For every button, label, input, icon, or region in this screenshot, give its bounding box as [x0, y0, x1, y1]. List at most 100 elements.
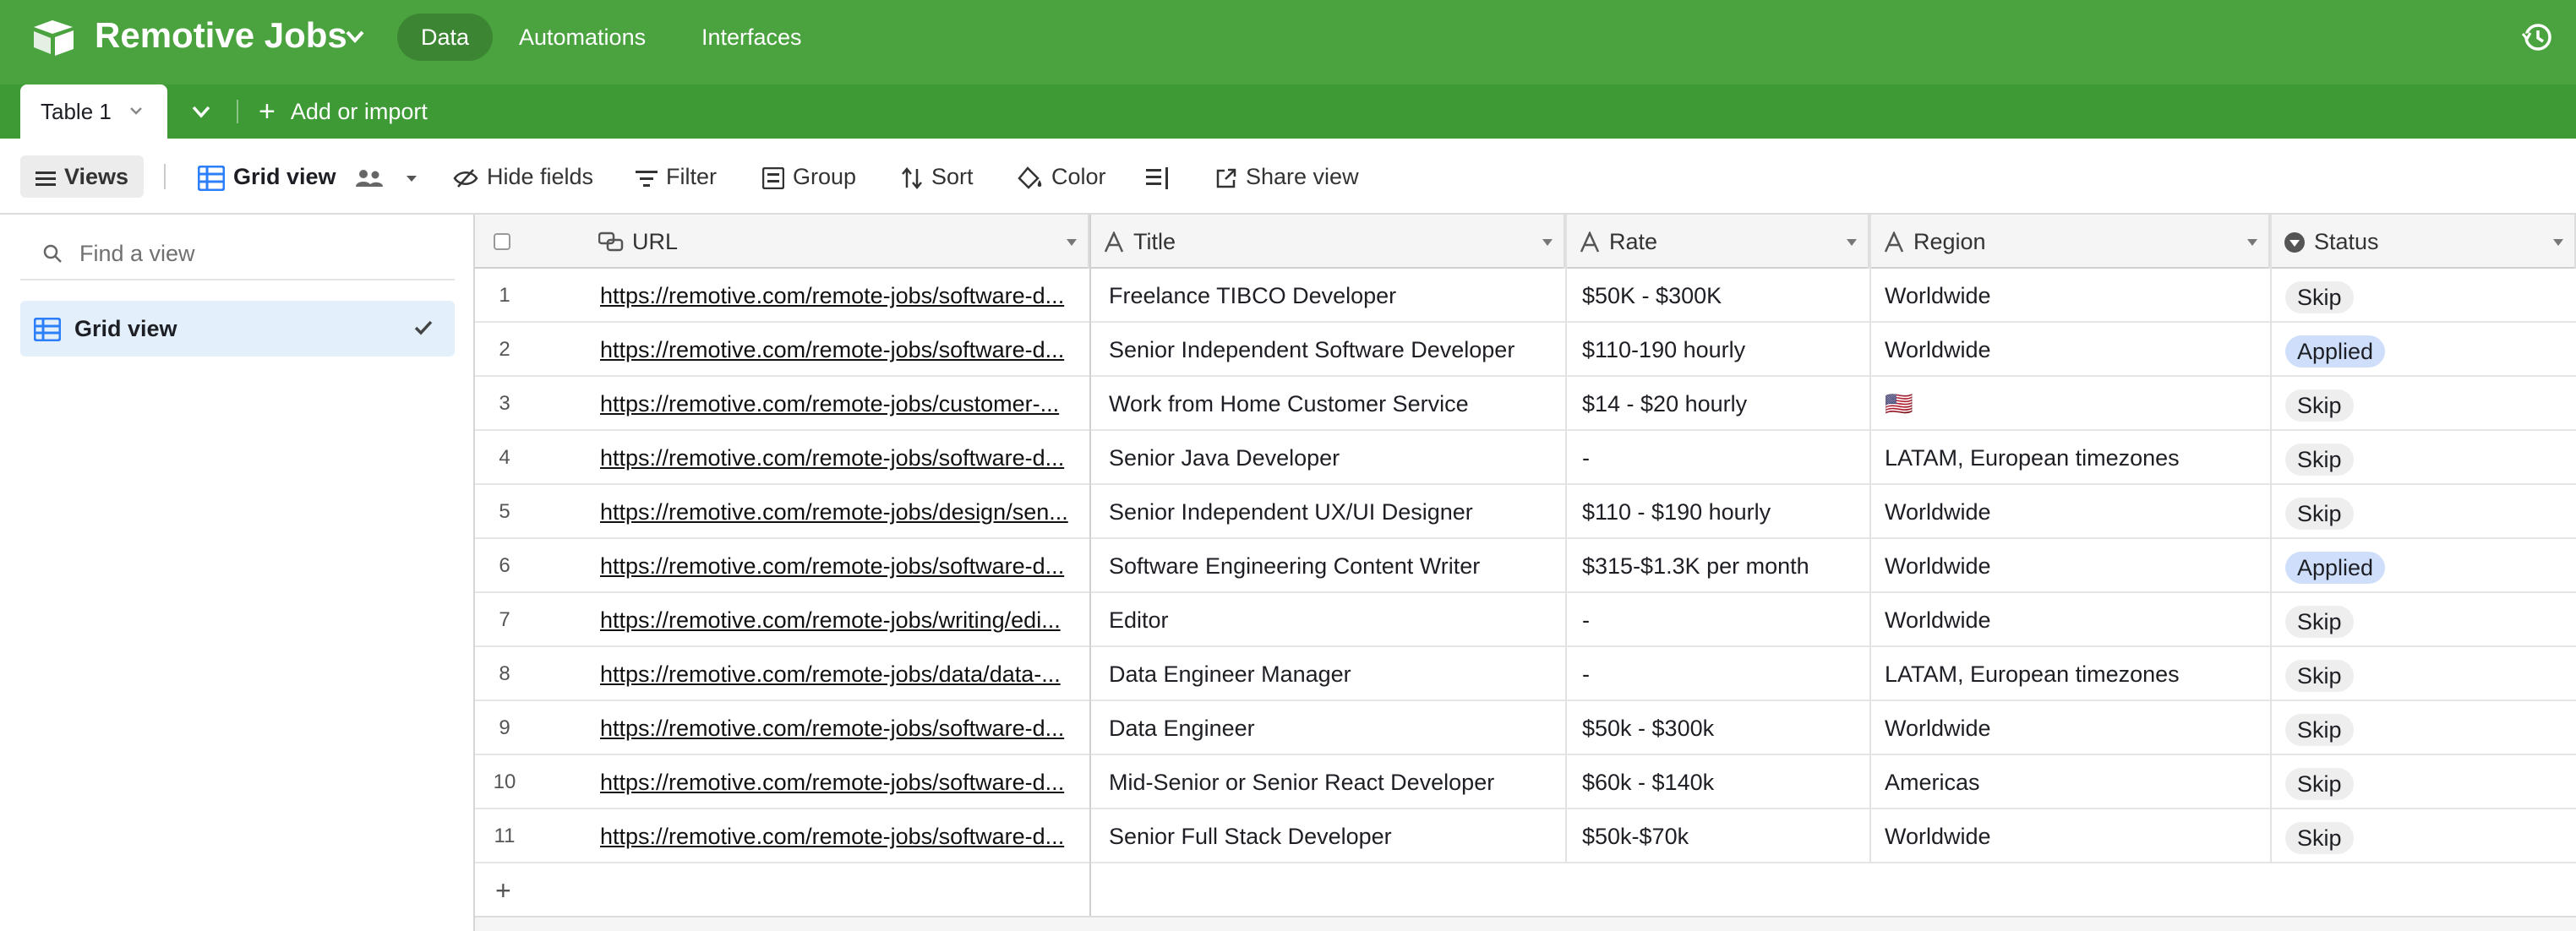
add-row-button[interactable]: +: [475, 863, 1089, 917]
status-cell[interactable]: Skip: [2275, 377, 2576, 431]
rate-cell[interactable]: $110 - $190 hourly: [1575, 485, 1876, 539]
history-icon[interactable]: [2520, 20, 2554, 54]
url-cell[interactable]: https://remotive.com/remote-jobs/writing…: [600, 593, 1080, 647]
base-name[interactable]: Remotive Jobs: [95, 15, 347, 56]
airtable-logo-icon[interactable]: [32, 19, 76, 56]
select-all-checkbox[interactable]: [494, 233, 510, 250]
status-cell[interactable]: Skip: [2275, 647, 2576, 701]
region-cell[interactable]: Worldwide: [1878, 701, 2275, 755]
status-cell[interactable]: Skip: [2275, 431, 2576, 485]
find-view-input[interactable]: Find a view: [20, 226, 455, 280]
nav-data[interactable]: Data: [397, 14, 494, 61]
region-cell[interactable]: Worldwide: [1878, 539, 2275, 593]
status-cell[interactable]: Skip: [2275, 809, 2576, 863]
column-header-region[interactable]: Region: [1871, 215, 2270, 269]
region-cell[interactable]: LATAM, European timezones: [1878, 647, 2275, 701]
title-cell[interactable]: Senior Java Developer: [1102, 431, 1565, 485]
status-cell[interactable]: Applied: [2275, 539, 2576, 593]
url-cell[interactable]: https://remotive.com/remote-jobs/softwar…: [600, 269, 1080, 323]
title-cell[interactable]: Mid-Senior or Senior React Developer: [1102, 755, 1565, 809]
filter-button[interactable]: Filter: [636, 155, 717, 198]
region-cell[interactable]: Americas: [1878, 755, 2275, 809]
chevron-down-icon[interactable]: [189, 101, 213, 122]
caret-down-icon[interactable]: [1846, 238, 1858, 247]
title-cell[interactable]: Work from Home Customer Service: [1102, 377, 1565, 431]
grid-view-switcher[interactable]: Grid view: [197, 155, 427, 198]
status-cell[interactable]: Applied: [2275, 323, 2576, 377]
column-header-url[interactable]: URL: [475, 215, 1089, 269]
caret-down-icon[interactable]: [1542, 238, 1553, 247]
table-row[interactable]: 8 https://remotive.com/remote-jobs/data/d…: [475, 647, 2576, 701]
url-cell[interactable]: https://remotive.com/remote-jobs/softwar…: [600, 539, 1080, 593]
url-cell[interactable]: https://remotive.com/remote-jobs/custome…: [600, 377, 1080, 431]
tab-table-1[interactable]: Table 1: [20, 84, 167, 139]
table-row[interactable]: 7 https://remotive.com/remote-jobs/writin…: [475, 593, 2576, 647]
rate-cell[interactable]: $50k - $300k: [1575, 701, 1876, 755]
title-cell[interactable]: Data Engineer Manager: [1102, 647, 1565, 701]
region-cell[interactable]: LATAM, European timezones: [1878, 431, 2275, 485]
region-cell[interactable]: Worldwide: [1878, 485, 2275, 539]
column-header-status[interactable]: Status: [2272, 215, 2576, 269]
url-cell[interactable]: https://remotive.com/remote-jobs/softwar…: [600, 755, 1080, 809]
sort-button[interactable]: Sort: [901, 155, 974, 198]
column-header-rate[interactable]: Rate: [1567, 215, 1869, 269]
group-button[interactable]: Group: [761, 155, 856, 198]
title-cell[interactable]: Software Engineering Content Writer: [1102, 539, 1565, 593]
rate-cell[interactable]: $50K - $300K: [1575, 269, 1876, 323]
rate-cell[interactable]: -: [1575, 593, 1876, 647]
url-cell[interactable]: https://remotive.com/remote-jobs/data/da…: [600, 647, 1080, 701]
column-header-title[interactable]: Title: [1091, 215, 1565, 269]
chevron-down-icon[interactable]: [128, 105, 144, 117]
status-cell[interactable]: Skip: [2275, 755, 2576, 809]
caret-down-icon[interactable]: [1066, 238, 1078, 247]
table-row[interactable]: 1 https://remotive.com/remote-jobs/softwa…: [475, 269, 2576, 323]
nav-interfaces[interactable]: Interfaces: [678, 14, 826, 61]
add-or-import-button[interactable]: + Add or import: [259, 84, 428, 139]
caret-down-icon[interactable]: [2552, 238, 2564, 247]
rate-cell[interactable]: -: [1575, 431, 1876, 485]
rate-cell[interactable]: $315-$1.3K per month: [1575, 539, 1876, 593]
rate-cell[interactable]: -: [1575, 647, 1876, 701]
color-button[interactable]: Color: [1018, 155, 1106, 198]
table-row[interactable]: 5 https://remotive.com/remote-jobs/design…: [475, 485, 2576, 539]
rate-cell[interactable]: $60k - $140k: [1575, 755, 1876, 809]
status-cell[interactable]: Skip: [2275, 593, 2576, 647]
table-row[interactable]: 2 https://remotive.com/remote-jobs/softwa…: [475, 323, 2576, 377]
views-button[interactable]: Views: [20, 155, 144, 198]
rate-cell[interactable]: $14 - $20 hourly: [1575, 377, 1876, 431]
title-cell[interactable]: Editor: [1102, 593, 1565, 647]
url-cell[interactable]: https://remotive.com/remote-jobs/softwar…: [600, 701, 1080, 755]
title-cell[interactable]: Senior Full Stack Developer: [1102, 809, 1565, 863]
row-height-button[interactable]: [1146, 155, 1178, 198]
title-cell[interactable]: Freelance TIBCO Developer: [1102, 269, 1565, 323]
rate-cell[interactable]: $50k-$70k: [1575, 809, 1876, 863]
region-cell[interactable]: Worldwide: [1878, 269, 2275, 323]
url-cell[interactable]: https://remotive.com/remote-jobs/design/…: [600, 485, 1080, 539]
title-cell[interactable]: Data Engineer: [1102, 701, 1565, 755]
share-view-button[interactable]: Share view: [1215, 155, 1359, 198]
table-row[interactable]: 11 https://remotive.com/remote-jobs/softw…: [475, 809, 2576, 863]
status-cell[interactable]: Skip: [2275, 485, 2576, 539]
region-cell[interactable]: Worldwide: [1878, 809, 2275, 863]
table-row[interactable]: 10 https://remotive.com/remote-jobs/softw…: [475, 755, 2576, 809]
region-cell[interactable]: 🇺🇸: [1878, 377, 2275, 431]
rate-cell[interactable]: $110-190 hourly: [1575, 323, 1876, 377]
table-row[interactable]: 3 https://remotive.com/remote-jobs/custom…: [475, 377, 2576, 431]
url-cell[interactable]: https://remotive.com/remote-jobs/softwar…: [600, 809, 1080, 863]
chevron-down-icon[interactable]: [343, 27, 367, 46]
nav-automations[interactable]: Automations: [495, 14, 669, 61]
status-cell[interactable]: Skip: [2275, 269, 2576, 323]
title-cell[interactable]: Senior Independent Software Developer: [1102, 323, 1565, 377]
region-cell[interactable]: Worldwide: [1878, 593, 2275, 647]
hide-fields-button[interactable]: Hide fields: [453, 155, 593, 198]
table-row[interactable]: 4 https://remotive.com/remote-jobs/softwa…: [475, 431, 2576, 485]
url-cell[interactable]: https://remotive.com/remote-jobs/softwar…: [600, 431, 1080, 485]
url-cell[interactable]: https://remotive.com/remote-jobs/softwar…: [600, 323, 1080, 377]
table-row[interactable]: 6 https://remotive.com/remote-jobs/softwa…: [475, 539, 2576, 593]
region-cell[interactable]: Worldwide: [1878, 323, 2275, 377]
caret-down-icon[interactable]: [2246, 238, 2258, 247]
sidebar-item-grid-view[interactable]: Grid view: [20, 301, 455, 357]
table-row[interactable]: 9 https://remotive.com/remote-jobs/softwa…: [475, 701, 2576, 755]
status-cell[interactable]: Skip: [2275, 701, 2576, 755]
title-cell[interactable]: Senior Independent UX/UI Designer: [1102, 485, 1565, 539]
